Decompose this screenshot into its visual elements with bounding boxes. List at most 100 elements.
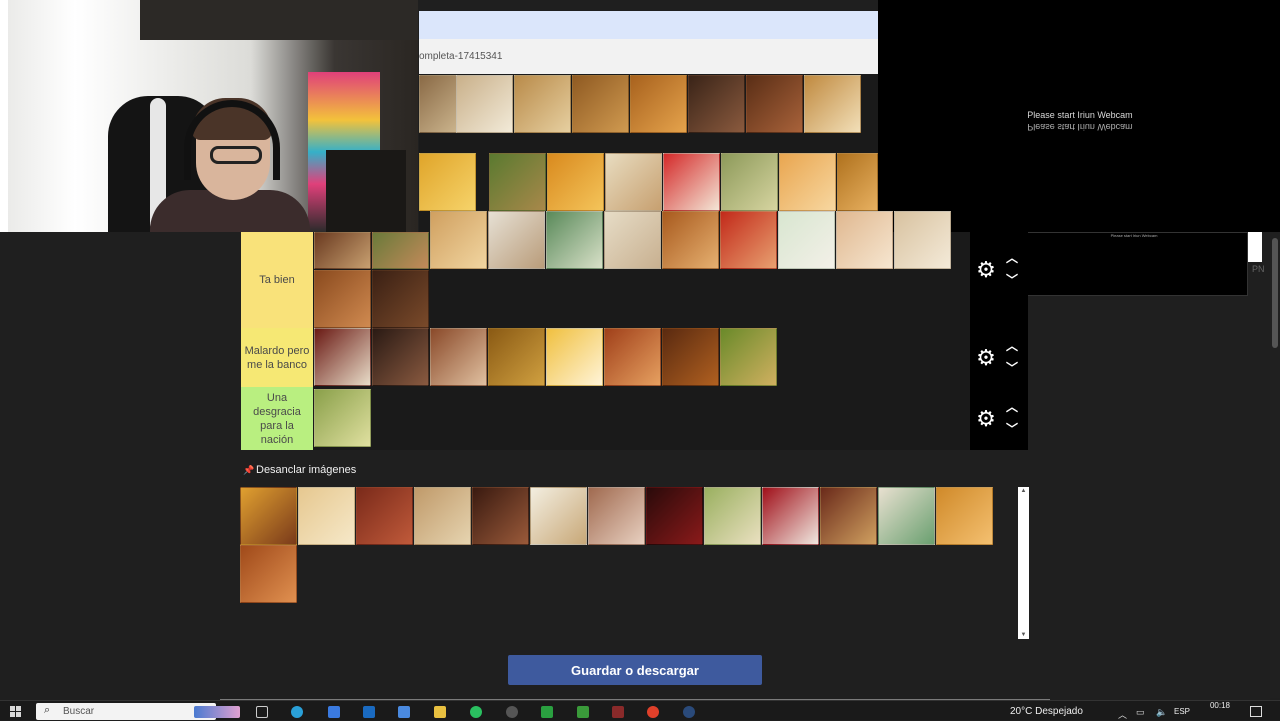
page-scrollbar[interactable] <box>1270 232 1280 698</box>
language-indicator[interactable]: ESP <box>1174 707 1190 716</box>
food-image[interactable] <box>514 75 571 133</box>
webcam-message-reflection: Please start Iriun Webcam <box>1027 122 1133 132</box>
app-icon[interactable] <box>612 706 624 718</box>
tier-row[interactable] <box>313 387 970 450</box>
tier-label[interactable]: Ta bien <box>241 232 313 328</box>
food-image[interactable] <box>604 328 661 386</box>
notification-icon[interactable] <box>1250 706 1262 717</box>
tier-controls: ⚙ ︿ ﹀ <box>970 232 1028 328</box>
food-image[interactable] <box>837 153 878 211</box>
taskbar-clock[interactable]: 00:18 <box>1208 701 1232 711</box>
xbox-icon[interactable] <box>541 706 553 718</box>
chevron-down-icon[interactable]: ﹀ <box>1004 274 1020 286</box>
food-image[interactable] <box>298 487 355 545</box>
food-image[interactable] <box>779 153 836 211</box>
search-highlight-icon[interactable] <box>194 706 240 718</box>
whatsapp-icon[interactable] <box>470 706 482 718</box>
page-scrollbar-thumb[interactable] <box>1272 238 1278 348</box>
store-icon[interactable] <box>328 706 340 718</box>
gear-icon[interactable]: ⚙ <box>975 408 997 430</box>
food-image[interactable] <box>762 487 819 545</box>
food-image[interactable] <box>778 211 835 269</box>
food-image[interactable] <box>314 232 371 269</box>
food-image[interactable] <box>430 328 487 386</box>
task-view-icon[interactable] <box>256 706 268 718</box>
chevron-up-icon[interactable]: ︿ <box>1004 340 1020 352</box>
chevron-down-icon[interactable]: ﹀ <box>1004 423 1020 435</box>
outlook-icon[interactable] <box>363 706 375 718</box>
food-image[interactable] <box>704 487 761 545</box>
windows-start-icon[interactable] <box>10 706 22 718</box>
food-image[interactable] <box>472 487 529 545</box>
food-image[interactable] <box>572 75 629 133</box>
chevron-up-icon[interactable]: ︿ <box>1004 401 1020 413</box>
food-image[interactable] <box>605 153 662 211</box>
food-image[interactable] <box>820 487 877 545</box>
food-image[interactable] <box>488 211 545 269</box>
edge-icon[interactable] <box>291 706 303 718</box>
address-bar[interactable]: ompleta-17415341 <box>419 39 878 74</box>
pin-icon: 📌 <box>243 465 255 475</box>
food-image[interactable] <box>746 75 803 133</box>
food-image[interactable] <box>546 328 603 386</box>
food-image[interactable] <box>688 75 745 133</box>
food-image[interactable] <box>630 75 687 133</box>
food-image[interactable] <box>372 232 429 269</box>
food-image[interactable] <box>894 211 951 269</box>
food-image[interactable] <box>419 153 476 211</box>
food-image[interactable] <box>720 211 777 269</box>
volume-icon[interactable]: 🔈 <box>1156 707 1167 718</box>
chrome-icon[interactable] <box>647 706 659 718</box>
food-image[interactable] <box>372 328 429 386</box>
food-image[interactable] <box>662 328 719 386</box>
weather-widget[interactable]: 20°C Despejado <box>1010 706 1083 717</box>
food-image[interactable] <box>547 153 604 211</box>
scroll-up-icon[interactable]: ▲ <box>1019 488 1028 494</box>
tier-row[interactable] <box>313 328 970 387</box>
food-image[interactable] <box>646 487 703 545</box>
minecraft-icon[interactable] <box>577 706 589 718</box>
mini-camera-message: Please start Iriun Webcam <box>1110 233 1158 238</box>
chevron-up-icon[interactable]: ︿ <box>1004 252 1020 264</box>
food-image[interactable] <box>240 487 297 545</box>
food-image[interactable] <box>836 211 893 269</box>
food-image[interactable] <box>372 270 429 328</box>
food-image[interactable] <box>489 153 546 211</box>
food-image[interactable] <box>720 328 777 386</box>
food-image[interactable] <box>530 487 587 545</box>
scroll-down-icon[interactable]: ▼ <box>1019 632 1028 638</box>
file-explorer-icon[interactable] <box>434 706 446 718</box>
food-image[interactable] <box>721 153 778 211</box>
food-image[interactable] <box>414 487 471 545</box>
food-image[interactable] <box>546 211 603 269</box>
food-image[interactable] <box>936 487 993 545</box>
food-image[interactable] <box>488 328 545 386</box>
copilot-icon[interactable] <box>398 706 410 718</box>
steam-icon[interactable] <box>683 706 695 718</box>
food-image[interactable] <box>588 487 645 545</box>
food-image[interactable] <box>804 75 861 133</box>
food-image[interactable] <box>604 211 661 269</box>
food-image[interactable] <box>456 75 513 133</box>
food-image[interactable] <box>314 328 371 386</box>
food-image[interactable] <box>356 487 413 545</box>
gear-icon[interactable]: ⚙ <box>975 259 997 281</box>
network-icon[interactable]: ▭ <box>1136 707 1145 718</box>
gear-icon[interactable]: ⚙ <box>975 347 997 369</box>
image-pool-scrollbar[interactable]: ▲ ▼ <box>1018 487 1029 639</box>
tier-row[interactable] <box>313 211 970 328</box>
food-image[interactable] <box>240 545 297 603</box>
food-image[interactable] <box>662 211 719 269</box>
tray-chevron-icon[interactable]: ︿ <box>1118 708 1127 721</box>
food-image[interactable] <box>314 389 371 447</box>
food-image[interactable] <box>430 211 487 269</box>
save-download-button[interactable]: Guardar o descargar <box>508 655 762 685</box>
tier-label[interactable]: Malardo pero me la banco <box>241 328 313 387</box>
food-image[interactable] <box>878 487 935 545</box>
obs-icon[interactable] <box>506 706 518 718</box>
unpin-images-button[interactable]: Desanclar imágenes <box>256 464 356 476</box>
chevron-down-icon[interactable]: ﹀ <box>1004 362 1020 374</box>
tier-label[interactable]: Una desgracia para la nación <box>241 387 313 450</box>
food-image[interactable] <box>663 153 720 211</box>
food-image[interactable] <box>314 270 371 328</box>
